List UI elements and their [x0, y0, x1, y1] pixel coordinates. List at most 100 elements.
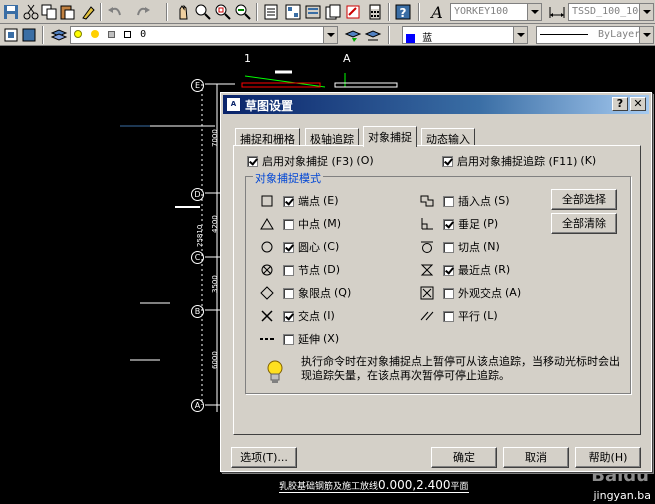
tab-polar-tracking[interactable]: 极轴追踪 [305, 128, 359, 146]
calculator-icon[interactable] [366, 3, 384, 21]
osnap-quadrant-row[interactable]: 象限点 (Q) [259, 285, 351, 301]
ok-button[interactable]: 确定 [431, 447, 497, 468]
enable-osnap-checkbox[interactable] [247, 155, 258, 167]
tool-palettes-icon[interactable] [304, 3, 322, 21]
dim-style-icon[interactable] [548, 3, 566, 21]
make-current-layer-icon[interactable] [344, 26, 362, 44]
osnap-nearest-row[interactable]: 最近点 (R) [419, 262, 510, 278]
enable-tracking-row[interactable]: 启用对象捕捉追踪 (F11) (K) [442, 153, 596, 169]
chevron-down-icon[interactable] [527, 4, 541, 20]
enable-tracking-checkbox[interactable] [442, 155, 453, 167]
undo-icon[interactable] [106, 3, 124, 21]
tangent-checkbox[interactable] [443, 241, 454, 253]
parallel-key: (L) [483, 309, 498, 322]
nearest-label: 最近点 [458, 264, 491, 277]
intersection-checkbox[interactable] [283, 310, 294, 322]
column-label: A [343, 52, 351, 65]
osnap-center-row[interactable]: 圆心 (C) [259, 239, 339, 255]
osnap-extension-row[interactable]: 延伸 (X) [259, 331, 339, 347]
dialog-titlebar[interactable]: A 草图设置 ? ✕ [223, 95, 649, 114]
cut-icon[interactable] [22, 3, 40, 21]
osnap-endpoint-row[interactable]: 端点 (E) [259, 193, 339, 209]
quadrant-key: (Q) [334, 286, 352, 299]
osnap-tangent-row[interactable]: 切点 (N) [419, 239, 500, 255]
close-button[interactable]: ✕ [630, 97, 646, 111]
chevron-down-icon[interactable] [513, 27, 527, 43]
pan-icon[interactable] [174, 3, 192, 21]
dimension-text: 6000 [211, 351, 219, 369]
help-button[interactable]: 帮助(H) [575, 447, 641, 468]
tab-snap-grid[interactable]: 捕捉和栅格 [235, 128, 300, 146]
center-label: 圆心 [298, 241, 320, 254]
center-key: (C) [323, 240, 340, 253]
perpendicular-checkbox[interactable] [443, 218, 454, 230]
osnap-midpoint-row[interactable]: 中点 (M) [259, 216, 341, 232]
endpoint-checkbox[interactable] [283, 195, 294, 207]
enable-osnap-label: 启用对象捕捉 (F3) [262, 155, 354, 168]
dim-style-select[interactable]: TSSD_100_100 [568, 3, 654, 21]
chevron-down-icon[interactable] [639, 27, 653, 43]
select-all-button[interactable]: 全部选择 [551, 189, 617, 210]
enable-tracking-key: (K) [580, 154, 597, 167]
redo-icon[interactable] [134, 3, 152, 21]
text-style-select[interactable]: YORKEY100 [450, 3, 542, 21]
text-style-icon[interactable]: A [428, 3, 446, 21]
parallel-checkbox[interactable] [443, 310, 454, 322]
drawing-title-small: 乳胶基础钢筋及施工放线 [279, 482, 379, 492]
zoom-window-icon[interactable] [214, 3, 232, 21]
perpendicular-key: (P) [483, 217, 499, 230]
layer-select[interactable]: 0 [70, 26, 338, 44]
osnap-parallel-row[interactable]: 平行 (L) [419, 308, 498, 324]
markup-icon[interactable] [344, 3, 362, 21]
cancel-button[interactable]: 取消 [503, 447, 569, 468]
midpoint-checkbox[interactable] [283, 218, 294, 230]
help-title-button[interactable]: ? [612, 97, 628, 111]
clear-all-button[interactable]: 全部清除 [551, 213, 617, 234]
tab-object-snap[interactable]: 对象捕捉 [363, 126, 417, 147]
zoom-previous-icon[interactable] [234, 3, 252, 21]
osnap-node-row[interactable]: 节点 (D) [259, 262, 340, 278]
chevron-down-icon[interactable] [323, 27, 337, 43]
text-style-value: YORKEY100 [454, 6, 509, 17]
extension-checkbox[interactable] [283, 333, 294, 345]
center-marker-icon [259, 240, 275, 254]
save-icon[interactable] [2, 3, 20, 21]
options-button[interactable]: 选项(T)... [231, 447, 297, 468]
osnap-apparent-row[interactable]: 外观交点 (A) [419, 285, 521, 301]
center-checkbox[interactable] [283, 241, 294, 253]
extension-key: (X) [323, 332, 340, 345]
properties-icon[interactable] [262, 3, 280, 21]
intersection-label: 交点 [298, 310, 320, 323]
lightbulb-icon [267, 360, 283, 383]
zoom-realtime-icon[interactable] [194, 3, 212, 21]
paste-icon[interactable] [58, 3, 76, 21]
osnap-intersection-row[interactable]: 交点 (I) [259, 308, 335, 324]
quadrant-checkbox[interactable] [283, 287, 294, 299]
layer-settings-icon[interactable] [20, 26, 38, 44]
help-icon[interactable]: ? [394, 3, 412, 21]
apparent-checkbox[interactable] [443, 287, 454, 299]
color-select[interactable]: 蓝 [402, 26, 528, 44]
chevron-down-icon[interactable] [639, 4, 653, 20]
question-mark-icon: ? [616, 97, 624, 110]
layers-toolbar: 0 蓝 ByLayer [0, 24, 655, 46]
copy-icon[interactable] [40, 3, 58, 21]
dimension-text: 4200 [211, 215, 219, 233]
node-checkbox[interactable] [283, 264, 294, 276]
layer-manager-icon[interactable] [50, 26, 68, 44]
linetype-select[interactable]: ByLayer [536, 26, 654, 44]
layer-previous-icon[interactable] [2, 26, 20, 44]
match-properties-icon[interactable] [80, 3, 98, 21]
tab-dynamic-input[interactable]: 动态输入 [421, 128, 475, 146]
insertion-checkbox[interactable] [443, 195, 454, 207]
sheet-set-icon[interactable] [324, 3, 342, 21]
osnap-perpendicular-row[interactable]: 垂足 (P) [419, 216, 498, 232]
nearest-marker-icon [419, 263, 435, 277]
drafting-settings-dialog: A 草图设置 ? ✕ 捕捉和栅格 极轴追踪 对象捕捉 动态输入 启用对象捕捉 (… [220, 92, 652, 472]
enable-osnap-row[interactable]: 启用对象捕捉 (F3) (O) [247, 153, 374, 169]
layer-previous-state-icon[interactable] [364, 26, 382, 44]
tracking-hint-text: 执行命令时在对象捕捉点上暂停可从该点追踪，当移动光标时会出现追踪矢量，在该点再次… [301, 355, 620, 382]
osnap-insertion-row[interactable]: 插入点 (S) [419, 193, 510, 209]
design-center-icon[interactable] [284, 3, 302, 21]
nearest-checkbox[interactable] [443, 264, 454, 276]
